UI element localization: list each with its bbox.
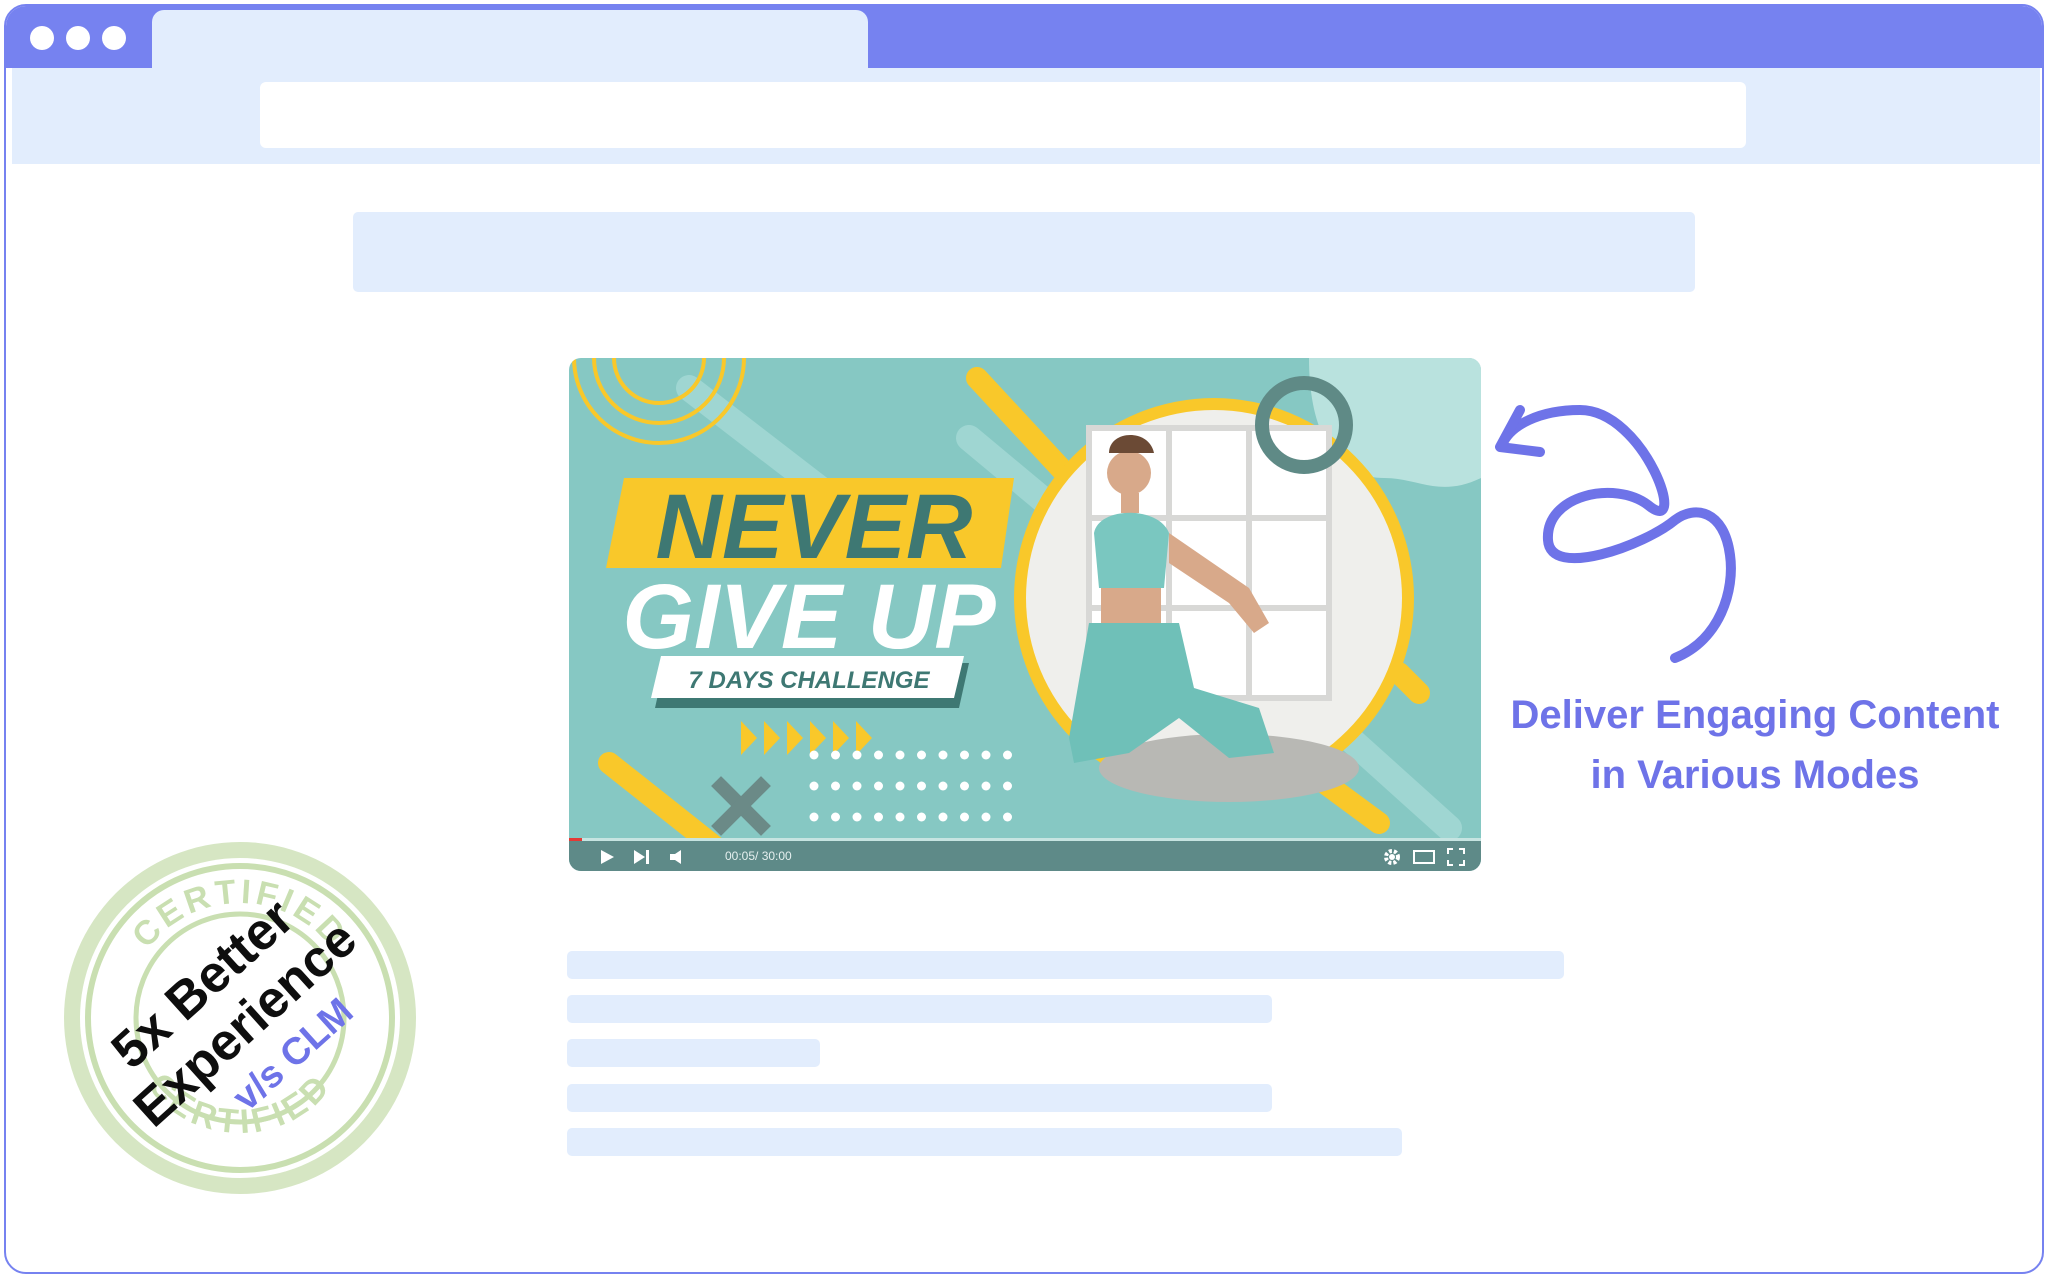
next-icon[interactable] — [633, 849, 651, 865]
x-mark-icon — [711, 776, 771, 836]
grid-dot — [874, 812, 883, 822]
grid-dot — [960, 781, 969, 791]
grid-dot — [852, 750, 862, 760]
video-controls: 00:05/ 30:00 — [569, 838, 1481, 871]
grid-dot — [809, 781, 819, 791]
headline-line2: GIVE UP — [622, 566, 996, 668]
curly-arrow-icon — [1495, 404, 1736, 663]
video-player[interactable]: NEVER GIVE UP 7 DAYS CHALLENGE 00:05/ 30… — [569, 358, 1481, 871]
grid-dot — [917, 781, 926, 791]
grid-dot — [874, 750, 883, 760]
grid-dot — [852, 781, 862, 791]
text-line-placeholder — [567, 1039, 820, 1067]
address-bar[interactable] — [260, 82, 1746, 148]
grid-dot — [1003, 781, 1012, 791]
grid-dot — [895, 750, 905, 760]
time-display: 00:05/ 30:00 — [725, 849, 792, 863]
video-subtitle: 7 DAYS CHALLENGE — [689, 667, 931, 694]
grid-dot — [960, 750, 969, 760]
grid-dot — [895, 781, 905, 791]
headline-line1: NEVER — [656, 476, 973, 578]
annotation-line2: in Various Modes — [1590, 753, 1920, 797]
grid-dot — [831, 812, 840, 822]
progress-fill — [569, 838, 582, 841]
grid-dot — [917, 812, 926, 822]
grid-dot — [917, 750, 926, 760]
page-heading-placeholder — [353, 212, 1695, 292]
window-dot-icon[interactable] — [66, 26, 90, 50]
grid-dot — [981, 781, 991, 791]
gear-icon[interactable] — [1383, 848, 1401, 866]
grid-dot — [1003, 750, 1012, 760]
grid-dot — [981, 812, 991, 822]
volume-icon[interactable] — [669, 849, 687, 865]
theater-mode-icon[interactable] — [1413, 850, 1435, 864]
play-icon[interactable] — [599, 849, 615, 865]
window-dot-icon[interactable] — [30, 26, 54, 50]
browser-tab[interactable] — [152, 10, 868, 74]
progress-track[interactable] — [569, 838, 1481, 841]
text-line-placeholder — [567, 1128, 1402, 1156]
annotation-text: Deliver Engaging Content in Various Mode… — [1480, 685, 2030, 805]
grid-dot — [1003, 812, 1012, 822]
grid-dot — [831, 750, 840, 760]
grid-dot — [938, 750, 948, 760]
grid-dot — [960, 812, 969, 822]
grid-dot — [938, 781, 948, 791]
text-line-placeholder — [567, 995, 1272, 1023]
fullscreen-icon[interactable] — [1447, 848, 1465, 866]
grid-dot — [895, 812, 905, 822]
chevron-arrows-icon — [741, 721, 872, 755]
video-thumbnail: NEVER GIVE UP 7 DAYS CHALLENGE — [572, 358, 1481, 869]
text-line-placeholder — [567, 1084, 1272, 1112]
annotation-line1: Deliver Engaging Content — [1510, 693, 2000, 737]
grid-dot — [809, 750, 819, 760]
grid-dot — [981, 750, 991, 760]
window-dot-icon[interactable] — [102, 26, 126, 50]
grid-dot — [852, 812, 862, 822]
certified-stamp: CERTIFIED CERTIFIED 5x Better Experience… — [64, 842, 416, 1194]
grid-dot — [831, 781, 840, 791]
text-line-placeholder — [567, 951, 1564, 979]
grid-dot — [874, 781, 883, 791]
grid-dot — [938, 812, 948, 822]
grid-dot — [809, 812, 819, 822]
